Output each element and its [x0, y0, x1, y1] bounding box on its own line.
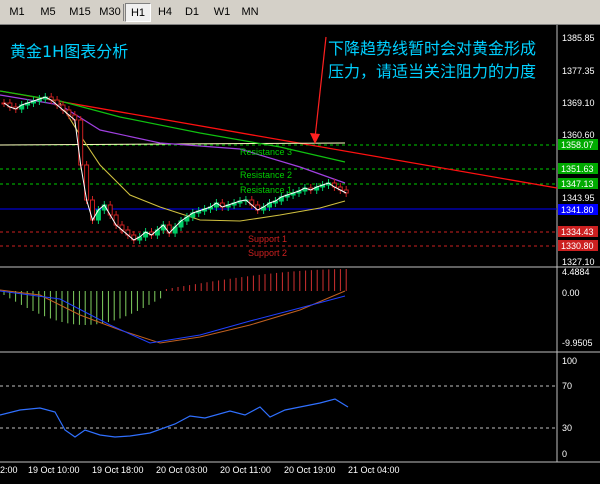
- resistance-3-label: Resistance 3: [240, 147, 292, 157]
- timeframe-d1[interactable]: D1: [180, 3, 204, 22]
- timeframe-mn[interactable]: MN: [236, 3, 264, 22]
- rsi-tick: 0: [562, 449, 567, 459]
- price-tick: 1343.95: [562, 193, 595, 203]
- ma-purple: [0, 94, 346, 184]
- chart-title: 黄金1H图表分析: [10, 42, 128, 61]
- resistance-3-price: 1358.07: [561, 140, 594, 150]
- timeframe-h1[interactable]: H1: [125, 3, 151, 22]
- rsi-tick: 70: [562, 381, 572, 391]
- annotation-arrowhead: [310, 133, 320, 144]
- candle-body: [84, 164, 90, 201]
- time-axis: 2:00 19 Oct 10:00 19 Oct 18:00 20 Oct 03…: [0, 465, 400, 475]
- rsi-tick: 30: [562, 423, 572, 433]
- candle-body: [78, 119, 84, 166]
- toolbar-separator: [123, 4, 124, 21]
- timeframe-toolbar: M1 M5 M15 M30 H1 H4 D1 W1 MN: [0, 0, 600, 25]
- support-1-label: Support 1: [248, 234, 287, 244]
- macd-tick: 0.00: [562, 288, 580, 298]
- resistance-1-label: Resistance 1: [240, 185, 292, 195]
- resistance-2-label: Resistance 2: [240, 170, 292, 180]
- timeframe-w1[interactable]: W1: [208, 3, 236, 22]
- price-tick: 1369.10: [562, 98, 595, 108]
- annotation-line-1: 下降趋势线暂时会对黄金形成: [328, 39, 536, 58]
- time-tick: 2:00: [0, 465, 18, 475]
- timeframe-m1[interactable]: M1: [4, 3, 30, 22]
- macd-tick: -9.9505: [562, 338, 593, 348]
- resistance-1-price: 1347.13: [561, 179, 594, 189]
- rsi-line: [0, 398, 349, 438]
- time-tick: 19 Oct 10:00: [28, 465, 80, 475]
- price-chart[interactable]: Resistance 3 Resistance 2 Resistance 1 S…: [0, 25, 600, 484]
- price-tick: 1377.35: [562, 66, 595, 76]
- timeframe-m30[interactable]: M30: [95, 3, 125, 22]
- annotation-line-2: 压力，请适当关注阻力的力度: [328, 62, 536, 81]
- current-price: 1341.80: [561, 205, 594, 215]
- annotation-arrow: [314, 36, 327, 139]
- support-1-price: 1334.43: [561, 227, 594, 237]
- macd-main-line: [0, 290, 346, 344]
- timeframe-m5[interactable]: M5: [35, 3, 61, 22]
- timeframe-m15[interactable]: M15: [65, 3, 95, 22]
- ma-green: [0, 90, 346, 163]
- macd-tick: 4.4884: [562, 267, 590, 277]
- price-tick: 1360.60: [562, 130, 595, 140]
- price-tick: 1385.85: [562, 33, 595, 43]
- time-tick: 19 Oct 18:00: [92, 465, 144, 475]
- pane-borders: [0, 25, 600, 463]
- ma-yellow: [59, 102, 346, 222]
- resistance-2-price: 1351.63: [561, 164, 594, 174]
- support-2-price: 1330.80: [561, 241, 594, 251]
- timeframe-h4[interactable]: H4: [153, 3, 177, 22]
- macd-histogram: [3, 269, 347, 325]
- time-tick: 20 Oct 11:00: [220, 465, 271, 475]
- time-tick: 21 Oct 04:00: [348, 465, 400, 475]
- support-2-label: Support 2: [248, 248, 287, 258]
- time-tick: 20 Oct 19:00: [284, 465, 336, 475]
- price-tick: 1327.10: [562, 257, 595, 267]
- time-tick: 20 Oct 03:00: [156, 465, 208, 475]
- rsi-tick: 100: [562, 356, 577, 366]
